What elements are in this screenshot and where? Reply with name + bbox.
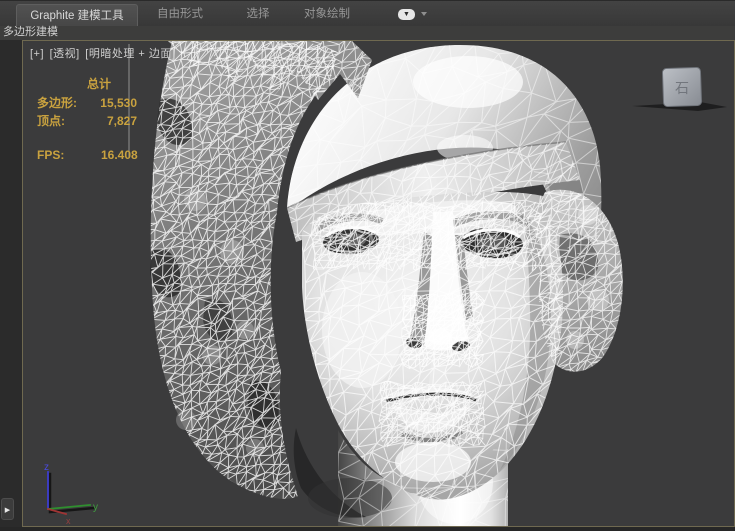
ribbon-tab-bar: Graphite 建模工具 自由形式 选择 对象绘制 ▼ [0, 0, 735, 26]
tab-graphite-modeling[interactable]: Graphite 建模工具 [16, 4, 138, 27]
bottom-panel-edge [0, 527, 735, 531]
3dsmax-window: { "ribbon": { "tabs": [ {"label": "Graph… [0, 0, 735, 531]
viewport-label: [+] [透视] [明暗处理 + 边面] [30, 45, 177, 61]
viewport-pov-menu[interactable]: [透视] [50, 48, 80, 60]
ribbon-options-arrow-icon[interactable] [421, 12, 427, 16]
statistics-overlay: 总计 多边形: 15,530 顶点: 7,827 FPS: 16.408 [37, 75, 138, 164]
statue-head-object[interactable] [142, 41, 635, 526]
axis-y-label: y [93, 502, 98, 513]
left-panel-strip: ▶ [0, 40, 22, 527]
stats-vertices-row: 顶点: 7,827 [37, 112, 138, 130]
tab-object-paint[interactable]: 对象绘制 [294, 1, 360, 27]
viewport-shading-menu[interactable]: [明暗处理 + 边面] [85, 48, 175, 60]
world-axis-gizmo: z y x [44, 462, 98, 526]
cube-engraving-label: 石 [675, 80, 689, 96]
perspective-viewport[interactable]: 石 z y x [+] [透视] [明暗处理 + 边面] 总计 多边形: 15,… [22, 40, 735, 527]
vertices-value: 7,827 [89, 112, 137, 130]
fps-value: 16.408 [101, 146, 138, 164]
ribbon-panel-row: 多边形建模 [0, 26, 735, 40]
polygons-value: 15,530 [89, 94, 137, 112]
viewport-general-menu[interactable]: [+] [30, 48, 44, 60]
expand-arrow-icon: ▶ [5, 507, 10, 514]
axis-x-label: x [66, 516, 71, 526]
tab-polygon-modeling[interactable]: 多边形建模 [3, 26, 58, 40]
vertices-label: 顶点: [37, 112, 89, 130]
stone-cube-object[interactable]: 石 [632, 67, 727, 111]
tab-freeform[interactable]: 自由形式 [148, 1, 212, 27]
stats-fps-row: FPS: 16.408 [37, 146, 138, 164]
tab-selection[interactable]: 选择 [230, 1, 286, 27]
stats-total-label: 总计 [87, 75, 138, 93]
stats-polygons-row: 多边形: 15,530 [37, 94, 138, 112]
ribbon-minimize-button[interactable]: ▼ [398, 9, 415, 20]
ribbon-minimize-icon: ▼ [398, 9, 415, 20]
expand-panel-button[interactable]: ▶ [1, 498, 14, 520]
fps-label: FPS: [37, 146, 89, 164]
axis-z-label: z [44, 462, 49, 473]
polygons-label: 多边形: [37, 94, 89, 112]
